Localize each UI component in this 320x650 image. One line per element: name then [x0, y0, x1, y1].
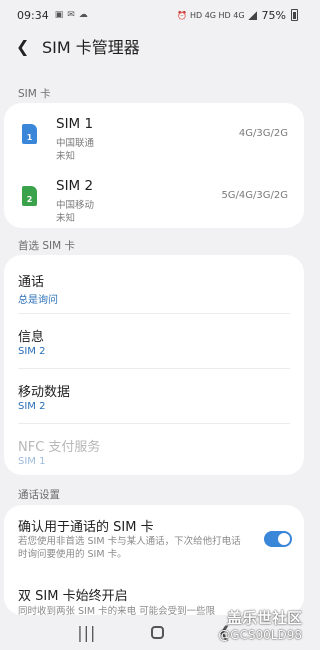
pref-label: 通话 — [18, 275, 45, 290]
pref-label: NFC 支付服务 — [18, 440, 101, 455]
battery-icon — [291, 9, 298, 21]
watermark: 盖乐世社区 @GCS00LD98 — [218, 607, 302, 642]
home-icon[interactable] — [150, 625, 164, 639]
battery-percent: 75% — [261, 8, 286, 22]
pref-messages[interactable]: 信息 SIM 2 — [4, 314, 304, 369]
cloud-icon: ☁ — [78, 10, 88, 20]
sim-card-list: 1 SIM 1 中国联通 未知 4G/3G/2G 2 SIM 2 中国移动 未知… — [4, 103, 304, 228]
setting-description: 若您使用非首选 SIM 卡与某人通话，下次给他打电话时询问要使用的 SIM 卡。 — [18, 536, 241, 560]
sim-card-icon: 2 — [22, 186, 37, 206]
toggle-knob — [278, 533, 290, 545]
pref-label: 移动数据 — [18, 385, 71, 400]
section-call-settings: 通话设置 — [18, 489, 60, 501]
pref-label: 信息 — [18, 330, 45, 345]
call-settings-list: 确认用于通话的 SIM 卡 若您使用非首选 SIM 卡与某人通话，下次给他打电话… — [4, 505, 304, 615]
sim-name: SIM 2 — [56, 178, 94, 194]
pref-value: SIM 1 — [18, 456, 46, 467]
sim-card-icon: 1 — [22, 124, 37, 144]
app-bar: ❮ SIM 卡管理器 — [0, 30, 308, 62]
back-arrow-icon[interactable]: ❮ — [16, 37, 30, 56]
watermark-title: 盖乐世社区 — [226, 609, 302, 627]
sim-network-type: 4G/3G/2G — [238, 128, 288, 139]
setting-label: 确认用于通话的 SIM 卡 — [18, 520, 154, 535]
setting-label: 双 SIM 卡始终开启 — [18, 589, 128, 604]
confirm-sim-for-calls[interactable]: 确认用于通话的 SIM 卡 若您使用非首选 SIM 卡与某人通话，下次给他打电话… — [4, 505, 304, 567]
sim-network-type: 5G/4G/3G/2G — [221, 190, 288, 201]
pref-calls[interactable]: 通话 总是询问 — [4, 259, 304, 314]
pref-nfc-payment: NFC 支付服务 SIM 1 — [4, 424, 304, 479]
network-indicators: HD 4G HD 4G — [189, 10, 245, 20]
section-sim-cards: SIM 卡 — [18, 88, 51, 100]
pref-value: SIM 2 — [18, 401, 46, 412]
preferred-sim-list: 通话 总是询问 信息 SIM 2 移动数据 SIM 2 NFC 支付服务 SIM… — [4, 255, 304, 475]
section-preferred-sim: 首选 SIM 卡 — [18, 240, 75, 252]
sim-carrier: 中国联通 — [56, 138, 95, 149]
pref-value: SIM 2 — [18, 346, 46, 357]
status-time: 09:34 — [17, 8, 49, 22]
sim-row-1[interactable]: 1 SIM 1 中国联通 未知 4G/3G/2G — [4, 107, 304, 167]
page-title: SIM 卡管理器 — [42, 38, 140, 57]
sim-carrier: 中国移动 — [56, 200, 95, 211]
alarm-icon: ⏰ — [177, 10, 187, 20]
signal-icon — [247, 10, 257, 20]
sim-row-2[interactable]: 2 SIM 2 中国移动 未知 5G/4G/3G/2G — [4, 169, 304, 229]
message-icon: ✉ — [67, 10, 75, 20]
watermark-handle: @GCS00LD98 — [218, 628, 302, 642]
pref-mobile-data[interactable]: 移动数据 SIM 2 — [4, 369, 304, 424]
gallery-icon: ▣ — [54, 10, 64, 20]
status-bar: 09:34 ▣ ✉ ☁ ⏰ HD 4G HD 4G 75% — [0, 0, 308, 30]
sim-name: SIM 1 — [56, 116, 94, 132]
recents-icon[interactable]: ||| — [77, 623, 96, 642]
sim-number: 未知 — [56, 213, 76, 224]
confirm-sim-toggle[interactable] — [264, 531, 292, 547]
pref-value: 总是询问 — [18, 295, 58, 306]
sim-number: 未知 — [56, 151, 76, 162]
